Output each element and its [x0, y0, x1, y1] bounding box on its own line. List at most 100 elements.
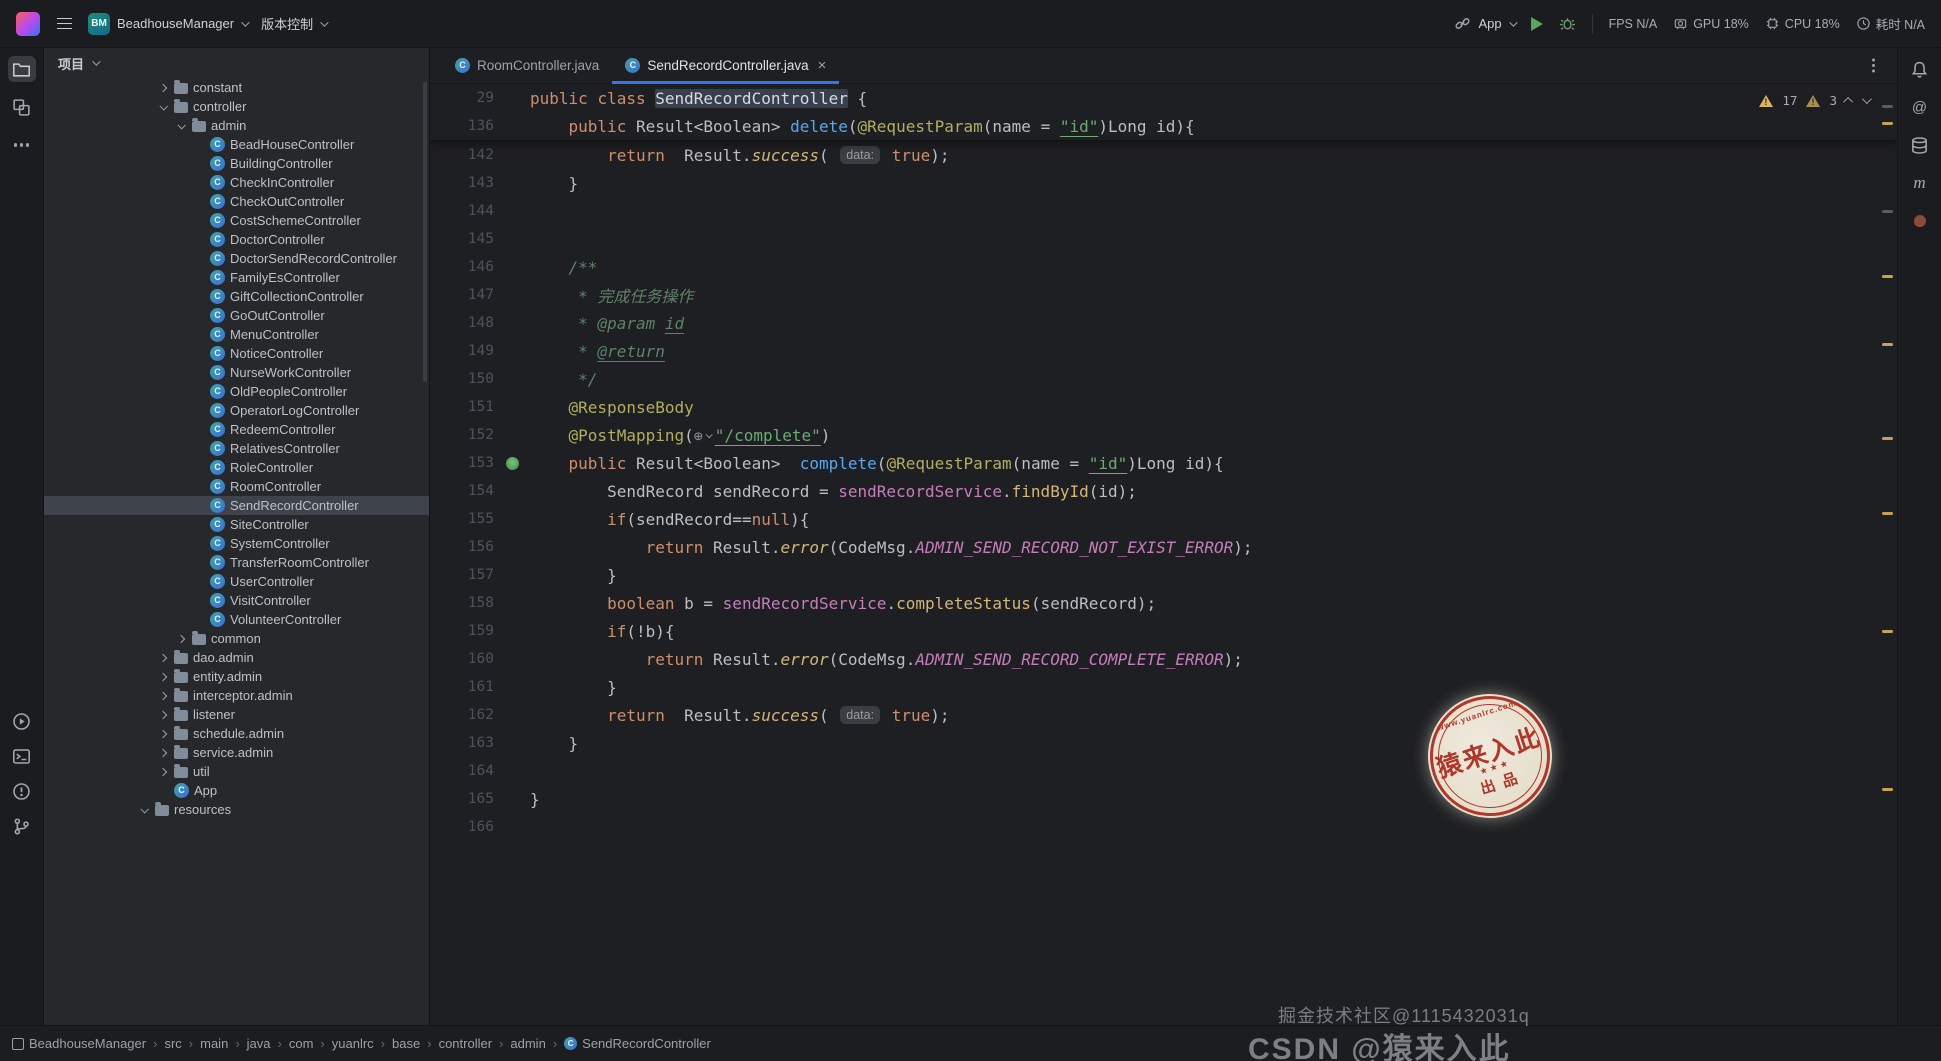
- chevron-collapsed-icon[interactable]: [158, 672, 167, 681]
- code-line[interactable]: 144: [430, 197, 1897, 225]
- tree-item-TransferRoomController[interactable]: C TransferRoomController: [44, 553, 429, 572]
- project-icon[interactable]: [7, 56, 36, 82]
- tree-item-entity.admin[interactable]: entity.admin: [44, 667, 429, 686]
- chevron-expanded-icon[interactable]: [139, 804, 149, 814]
- line-number[interactable]: 29: [430, 90, 494, 106]
- tree-item-VolunteerController[interactable]: C VolunteerController: [44, 610, 429, 629]
- code-line[interactable]: 158 boolean b = sendRecordService.comple…: [430, 589, 1897, 617]
- breadcrumb-item-java[interactable]: java: [247, 1036, 271, 1051]
- info-stripe-mark[interactable]: [1882, 210, 1893, 213]
- close-icon[interactable]: ×: [818, 57, 827, 74]
- gradle-icon[interactable]: [1906, 208, 1934, 234]
- tree-item-FamilyEsController[interactable]: C FamilyEsController: [44, 268, 429, 287]
- line-number[interactable]: 153: [430, 455, 494, 471]
- chevron-collapsed-icon[interactable]: [158, 691, 167, 700]
- code-line[interactable]: 146 /**: [430, 253, 1897, 281]
- chevron-collapsed-icon[interactable]: [158, 767, 167, 776]
- info-stripe-mark[interactable]: [1882, 105, 1893, 108]
- code-line[interactable]: 151 @ResponseBody: [430, 393, 1897, 421]
- chevron-collapsed-icon[interactable]: [158, 729, 167, 738]
- line-number[interactable]: 142: [430, 147, 494, 163]
- tab-RoomController.java[interactable]: C RoomController.java: [442, 48, 612, 83]
- line-number[interactable]: 165: [430, 791, 494, 807]
- code-line[interactable]: 150 */: [430, 365, 1897, 393]
- chevron-collapsed-icon[interactable]: [158, 83, 167, 92]
- warning-stripe-mark[interactable]: [1882, 343, 1893, 346]
- tree-item-util[interactable]: util: [44, 762, 429, 781]
- breadcrumb-item-BeadhouseManager[interactable]: BeadhouseManager: [12, 1036, 146, 1051]
- inspections-widget[interactable]: 17 3: [1753, 90, 1875, 111]
- vcs-icon[interactable]: [8, 813, 36, 839]
- tree-item-CheckInController[interactable]: C CheckInController: [44, 173, 429, 192]
- debug-button[interactable]: [1559, 15, 1576, 32]
- line-number[interactable]: 151: [430, 399, 494, 415]
- line-number[interactable]: 158: [430, 595, 494, 611]
- code-line[interactable]: 148 * @param id: [430, 309, 1897, 337]
- notifications-icon[interactable]: [1906, 56, 1934, 82]
- code-line[interactable]: 157 }: [430, 561, 1897, 589]
- tree-item-NurseWorkController[interactable]: C NurseWorkController: [44, 363, 429, 382]
- tree-item-SendRecordController[interactable]: C SendRecordController: [44, 496, 429, 515]
- line-number[interactable]: 145: [430, 231, 494, 247]
- breadcrumb-item-main[interactable]: main: [200, 1036, 228, 1051]
- tree-item-BeadHouseController[interactable]: C BeadHouseController: [44, 135, 429, 154]
- tree-item-listener[interactable]: listener: [44, 705, 429, 724]
- tree-item-schedule.admin[interactable]: schedule.admin: [44, 724, 429, 743]
- at-icon[interactable]: @: [1906, 94, 1934, 120]
- project-widget[interactable]: BM BeadhouseManager: [88, 12, 250, 35]
- warning-stripe-mark[interactable]: [1882, 437, 1893, 440]
- tree-item-OldPeopleController[interactable]: C OldPeopleController: [44, 382, 429, 401]
- breadcrumb-item-yuanlrc[interactable]: yuanlrc: [332, 1036, 374, 1051]
- line-number[interactable]: 164: [430, 763, 494, 779]
- run-configuration-selector[interactable]: App: [1454, 15, 1518, 32]
- tree-item-RedeemController[interactable]: C RedeemController: [44, 420, 429, 439]
- tree-item-OperatorLogController[interactable]: C OperatorLogController: [44, 401, 429, 420]
- line-number[interactable]: 148: [430, 315, 494, 331]
- line-number[interactable]: 166: [430, 819, 494, 835]
- tree-item-service.admin[interactable]: service.admin: [44, 743, 429, 762]
- line-number[interactable]: 150: [430, 371, 494, 387]
- chevron-expanded-icon[interactable]: [176, 120, 186, 130]
- tree-item-MenuController[interactable]: C MenuController: [44, 325, 429, 344]
- line-number[interactable]: 154: [430, 483, 494, 499]
- tree-item-GiftCollectionController[interactable]: C GiftCollectionController: [44, 287, 429, 306]
- breadcrumb-item-admin[interactable]: admin: [510, 1036, 545, 1051]
- line-number[interactable]: 152: [430, 427, 494, 443]
- vcs-widget[interactable]: 版本控制: [261, 14, 329, 33]
- code-line[interactable]: 149 * @return: [430, 337, 1897, 365]
- code-line[interactable]: 165}: [430, 785, 1897, 813]
- line-number[interactable]: 161: [430, 679, 494, 695]
- tree-item-BuildingController[interactable]: C BuildingController: [44, 154, 429, 173]
- code-line[interactable]: 162 return Result.success( data: true);: [430, 701, 1897, 729]
- tree-item-RoomController[interactable]: C RoomController: [44, 477, 429, 496]
- breadcrumb-item-src[interactable]: src: [164, 1036, 181, 1051]
- code-line[interactable]: 166: [430, 813, 1897, 841]
- chevron-collapsed-icon[interactable]: [158, 748, 167, 757]
- maven-icon[interactable]: m: [1906, 170, 1934, 196]
- problems-icon[interactable]: [8, 778, 36, 804]
- next-problem-icon[interactable]: [1861, 94, 1872, 105]
- tab-options-button[interactable]: [1863, 56, 1883, 76]
- chevron-collapsed-icon[interactable]: [158, 710, 167, 719]
- code-line[interactable]: 147 * 完成任务操作: [430, 281, 1897, 309]
- tree-item-constant[interactable]: constant: [44, 78, 429, 97]
- tab-SendRecordController.java[interactable]: C SendRecordController.java ×: [612, 48, 840, 84]
- line-number[interactable]: 147: [430, 287, 494, 303]
- code-line[interactable]: 145: [430, 225, 1897, 253]
- tree-item-RelativesController[interactable]: C RelativesController: [44, 439, 429, 458]
- code-line[interactable]: 143 }: [430, 169, 1897, 197]
- line-number[interactable]: 159: [430, 623, 494, 639]
- line-number[interactable]: 146: [430, 259, 494, 275]
- tree-item-controller[interactable]: controller: [44, 97, 429, 116]
- code-line[interactable]: 160 return Result.error(CodeMsg.ADMIN_SE…: [430, 645, 1897, 673]
- project-scrollbar[interactable]: [423, 82, 427, 382]
- code-viewport[interactable]: 29 public class SendRecordController {136…: [430, 84, 1897, 1025]
- url-mapping-inlay-icon[interactable]: ⊕: [694, 427, 713, 445]
- chevron-collapsed-icon[interactable]: [176, 634, 185, 643]
- code-line[interactable]: 163 }: [430, 729, 1897, 757]
- code-line[interactable]: 161 }: [430, 673, 1897, 701]
- code-line[interactable]: 155 if(sendRecord==null){: [430, 505, 1897, 533]
- warning-stripe-mark[interactable]: [1882, 122, 1893, 125]
- tree-item-GoOutController[interactable]: C GoOutController: [44, 306, 429, 325]
- tree-item-SystemController[interactable]: C SystemController: [44, 534, 429, 553]
